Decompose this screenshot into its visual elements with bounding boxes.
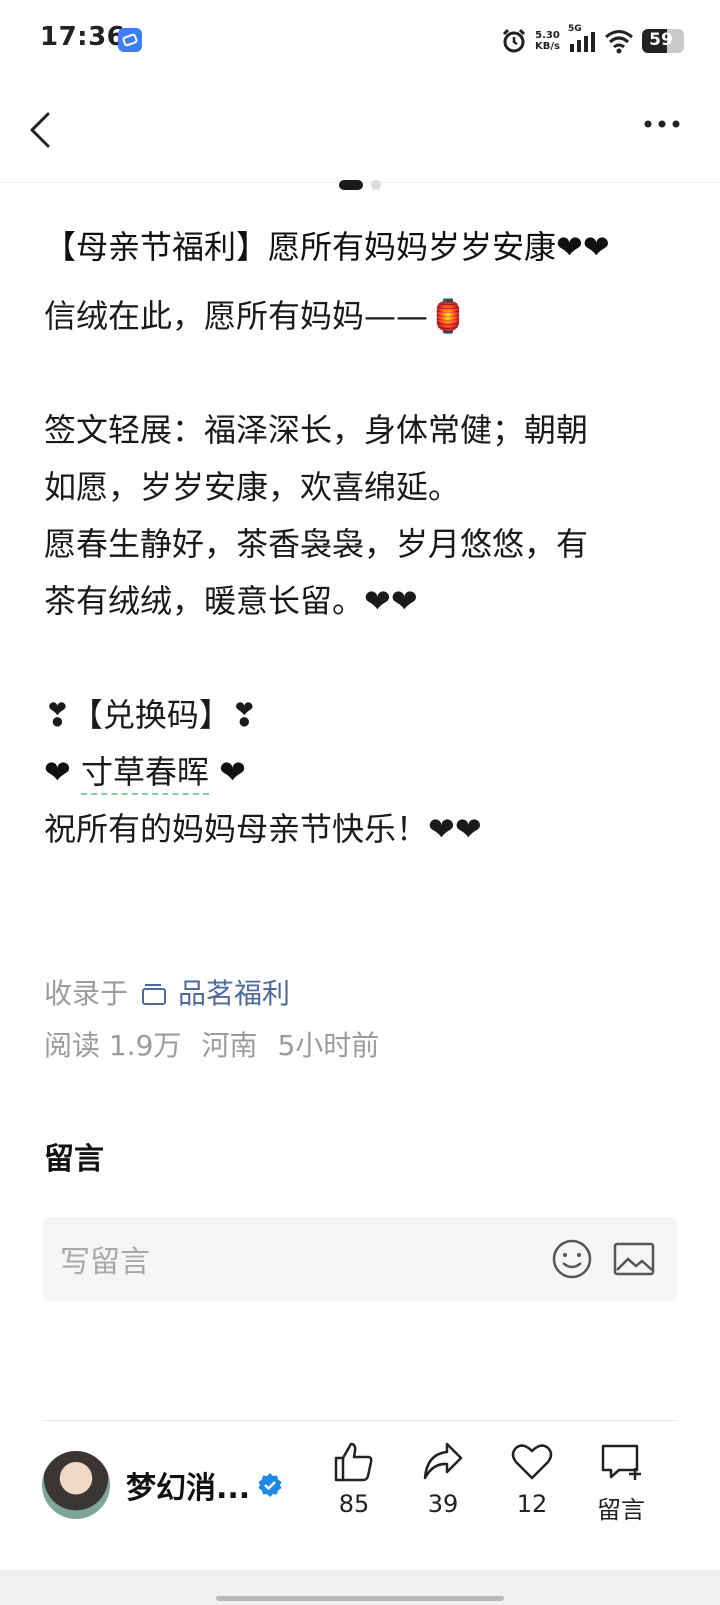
- gesture-handle[interactable]: [216, 1596, 504, 1601]
- page-indicator-inactive: [371, 180, 381, 190]
- wifi-icon: [605, 30, 633, 54]
- app-notification-icon: [118, 28, 142, 52]
- network-speed-unit: KB/s: [535, 41, 560, 52]
- favorite-count: 12: [516, 1490, 548, 1518]
- redeem-code-line: ❤ 寸草春晖 ❤: [44, 744, 684, 801]
- post-line: 签文轻展：福泽深长，身体常健；朝朝: [44, 411, 589, 449]
- more-options-button[interactable]: [640, 110, 690, 156]
- post-line: 茶有绒绒，暖意长留。❤❤: [44, 582, 418, 620]
- collected-label: 收录于: [44, 977, 129, 1010]
- share-count: 39: [427, 1490, 459, 1518]
- post-title: 【母亲节福利】愿所有妈妈岁岁安康❤❤: [44, 228, 610, 266]
- comment-input[interactable]: 写留言: [42, 1217, 678, 1301]
- network-speed-value: 5.30: [535, 30, 560, 41]
- heart-emoji: ❤: [219, 753, 246, 791]
- post-line: 如愿，岁岁安康，欢喜绵延。: [44, 468, 461, 506]
- bottom-divider: [42, 1420, 678, 1421]
- comment-placeholder: 写留言: [60, 1245, 150, 1280]
- top-nav-bar: [0, 82, 720, 183]
- battery-icon: 59: [642, 29, 684, 53]
- like-button[interactable]: 85: [314, 1440, 394, 1518]
- post-content: 【母亲节福利】愿所有妈妈岁岁安康❤❤ 信绒在此，愿所有妈妈——🏮 签文轻展：福泽…: [44, 218, 684, 858]
- comment-button[interactable]: 留言: [581, 1440, 661, 1525]
- back-button[interactable]: [26, 104, 76, 160]
- author-profile[interactable]: 梦幻消...: [42, 1450, 284, 1520]
- smiley-icon: [552, 1239, 592, 1279]
- heart-icon: [511, 1444, 553, 1480]
- share-arrow-icon: [423, 1442, 463, 1480]
- post-time: 5小时前: [277, 1029, 380, 1062]
- post-line: 愿春生静好，茶香袅袅，岁月悠悠，有: [44, 525, 589, 563]
- post-meta: 收录于 品茗福利 阅读 1.9万 河南 5小时前: [44, 968, 684, 1072]
- emoji-button[interactable]: [550, 1237, 594, 1281]
- verified-badge-icon: [258, 1473, 282, 1497]
- status-icons: 5.30 KB/s 5G 59: [501, 24, 684, 58]
- more-dots-icon: [644, 120, 680, 128]
- page-indicator-active: [339, 180, 363, 190]
- read-count: 阅读 1.9万: [44, 1029, 182, 1062]
- stats-row: 阅读 1.9万 河南 5小时前: [44, 1020, 684, 1072]
- collection-link[interactable]: 品茗福利: [140, 968, 290, 1020]
- network-speed: 5.30 KB/s: [535, 30, 560, 52]
- avatar[interactable]: [42, 1451, 110, 1519]
- comments-heading: 留言: [44, 1142, 104, 1177]
- page-indicator: [0, 180, 720, 192]
- folder-icon: [142, 984, 167, 1005]
- cellular-signal-icon: 5G: [568, 24, 596, 54]
- image-icon: [613, 1242, 655, 1276]
- post-body: 信绒在此，愿所有妈妈——🏮 签文轻展：福泽深长，身体常健；朝朝 如愿，岁岁安康，…: [44, 288, 684, 858]
- image-button[interactable]: [612, 1239, 656, 1279]
- post-line: 祝所有的妈妈母亲节快乐！❤❤: [44, 810, 482, 848]
- collection-name: 品茗福利: [178, 977, 291, 1010]
- status-time: 17:36: [40, 22, 126, 52]
- like-count: 85: [338, 1490, 370, 1518]
- author-name[interactable]: 梦幻消...: [126, 1463, 250, 1507]
- redeem-code-link[interactable]: 寸草春晖: [80, 753, 209, 795]
- comment-add-icon: [601, 1444, 641, 1480]
- post-line: 信绒在此，愿所有妈妈——🏮: [44, 297, 468, 335]
- status-bar: 17:36 5.30 KB/s 5G 59: [0, 0, 720, 82]
- alarm-icon: [502, 28, 526, 53]
- share-button[interactable]: 39: [403, 1440, 483, 1518]
- favorite-button[interactable]: 12: [492, 1440, 572, 1518]
- location: 河南: [201, 1029, 258, 1062]
- battery-level: 59: [649, 30, 673, 50]
- heart-emoji: ❤: [44, 753, 71, 791]
- back-arrow-icon: [30, 112, 50, 148]
- thumbs-up-icon: [334, 1442, 373, 1482]
- redeem-code-heading: ❣【兑换码】❣: [44, 696, 258, 734]
- comment-label: 留言: [597, 1496, 645, 1524]
- collection-row: 收录于 品茗福利: [44, 968, 684, 1020]
